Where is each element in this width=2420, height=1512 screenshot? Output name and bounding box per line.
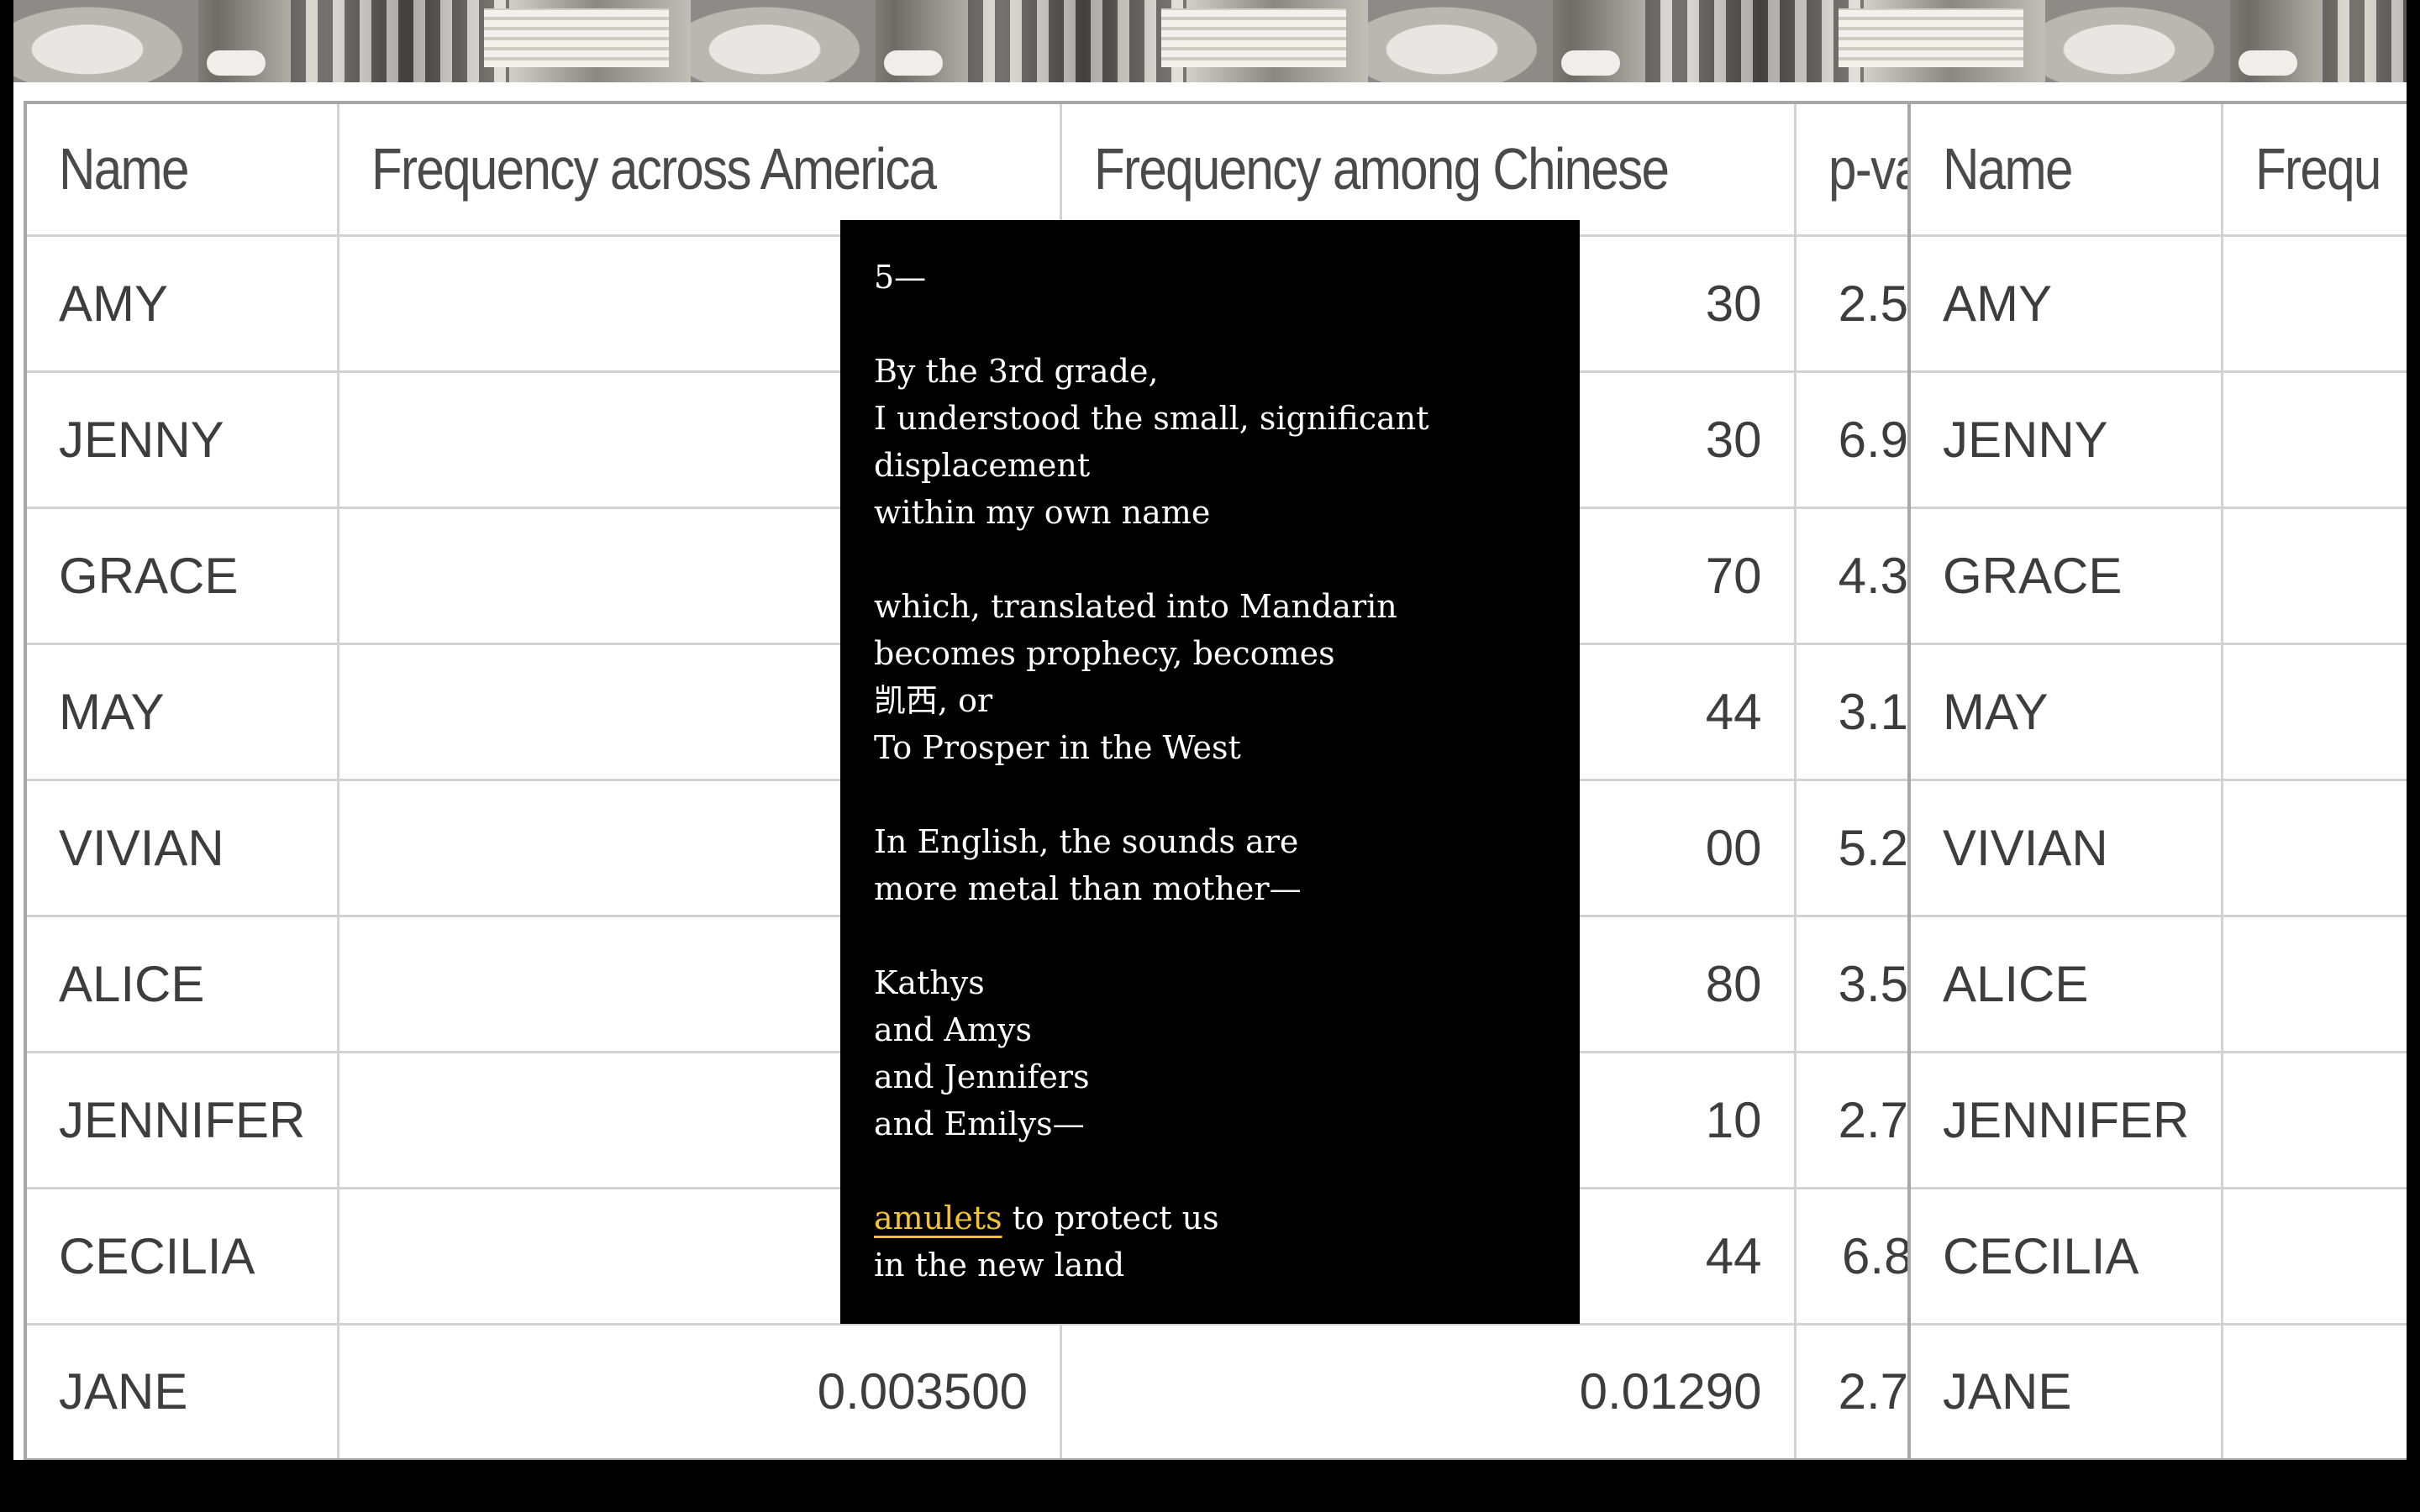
frequency-america-cell — [2221, 1322, 2407, 1460]
poem-line-with-link: amulets to protect us — [874, 1194, 1546, 1242]
poem-line: in the new land — [874, 1247, 1125, 1284]
poem-line: To Prosper in the West — [874, 729, 1241, 766]
name-cell: MAY — [1907, 642, 2224, 781]
frequency-america-cell — [2221, 1186, 2407, 1326]
frequency-america-cell — [2221, 234, 2407, 373]
column-header-frequency-america: Frequ — [2221, 101, 2407, 237]
column-header-name: Name — [24, 101, 340, 237]
frequency-chinese-cell: 0.01290 — [1060, 1322, 1797, 1460]
poem-line: and Amys — [874, 1011, 1032, 1048]
name-cell: JANE — [1907, 1322, 2224, 1460]
poem-line: displacement — [874, 447, 1091, 484]
table-row: JENNIFER — [1907, 1050, 2407, 1189]
poem-line: In English, the sounds are — [874, 823, 1299, 860]
header-photo — [13, 0, 691, 82]
column-header-frequency-chinese: Frequency among Chinese — [1060, 101, 1797, 237]
column-header-name: Name — [1907, 101, 2224, 237]
header-photo — [2045, 0, 2407, 82]
header-photo-strip — [13, 0, 2407, 82]
table-row: GRACE — [1907, 506, 2407, 645]
poem-line: which, translated into Mandarin — [874, 588, 1397, 625]
name-cell: JENNIFER — [1907, 1050, 2224, 1189]
name-cell: CECILIA — [1907, 1186, 2224, 1326]
name-cell: CECILIA — [24, 1186, 340, 1326]
table-row: CECILIA — [1907, 1186, 2407, 1326]
table-row: JANE0.0035000.012902.7e-10 — [24, 1322, 2044, 1460]
table-header-row: Name Frequ — [1907, 101, 2407, 237]
poem-line-rest: to protect us — [1002, 1200, 1219, 1236]
table-header-row: Name Frequency across America Frequency … — [24, 101, 2044, 237]
poem-section-number: 5— — [874, 259, 927, 296]
header-photo — [691, 0, 1368, 82]
column-header-frequency-america: Frequency across America — [337, 101, 1063, 237]
name-cell: VIVIAN — [1907, 778, 2224, 917]
table-row: ALICE — [1907, 914, 2407, 1053]
poem-line: and Jennifers — [874, 1058, 1090, 1095]
poem-line: 凯西, or — [874, 682, 993, 719]
name-frequency-table-repeat: Name Frequ AMY JENNY GRACE MAY VIVIAN ALICE JE… — [1907, 101, 2407, 1460]
name-cell: GRACE — [24, 506, 340, 645]
page: Name Frequency across America Frequency … — [0, 0, 2420, 1512]
name-cell: ALICE — [1907, 914, 2224, 1053]
name-cell: MAY — [24, 642, 340, 781]
header-photo — [1368, 0, 2045, 82]
name-cell: JENNIFER — [24, 1050, 340, 1189]
frequency-america-cell: 0.003500 — [337, 1322, 1063, 1460]
amulets-link[interactable]: amulets — [874, 1200, 1002, 1236]
table-row: JANE — [1907, 1322, 2407, 1460]
name-cell: AMY — [24, 234, 340, 373]
name-cell: AMY — [1907, 234, 2224, 373]
frequency-america-cell — [2221, 370, 2407, 509]
frequency-america-cell — [2221, 642, 2407, 781]
table-row: JENNY — [1907, 370, 2407, 509]
poem-line: Kathys — [874, 964, 985, 1001]
poem-line: and Emilys— — [874, 1105, 1085, 1142]
table-row: MAY — [1907, 642, 2407, 781]
name-cell: JANE — [24, 1322, 340, 1460]
poem-line: within my own name — [874, 494, 1211, 531]
name-cell: GRACE — [1907, 506, 2224, 645]
bottom-band — [0, 1460, 2420, 1512]
name-cell: JENNY — [24, 370, 340, 509]
name-cell: VIVIAN — [24, 778, 340, 917]
frequency-america-cell — [2221, 778, 2407, 917]
frequency-america-cell — [2221, 914, 2407, 1053]
poem-line: By the 3rd grade, — [874, 353, 1159, 390]
poem-line: I understood the small, significant — [874, 400, 1429, 437]
name-cell: ALICE — [24, 914, 340, 1053]
frequency-america-cell — [2221, 506, 2407, 645]
frequency-america-cell — [2221, 1050, 2407, 1189]
table-row: VIVIAN — [1907, 778, 2407, 917]
poem-line: becomes prophecy, becomes — [874, 635, 1335, 672]
table-row: AMY — [1907, 234, 2407, 373]
name-cell: JENNY — [1907, 370, 2224, 509]
poem-line: more metal than mother— — [874, 870, 1302, 907]
poem-overlay: 5— By the 3rd grade, I understood the sm… — [840, 220, 1580, 1324]
